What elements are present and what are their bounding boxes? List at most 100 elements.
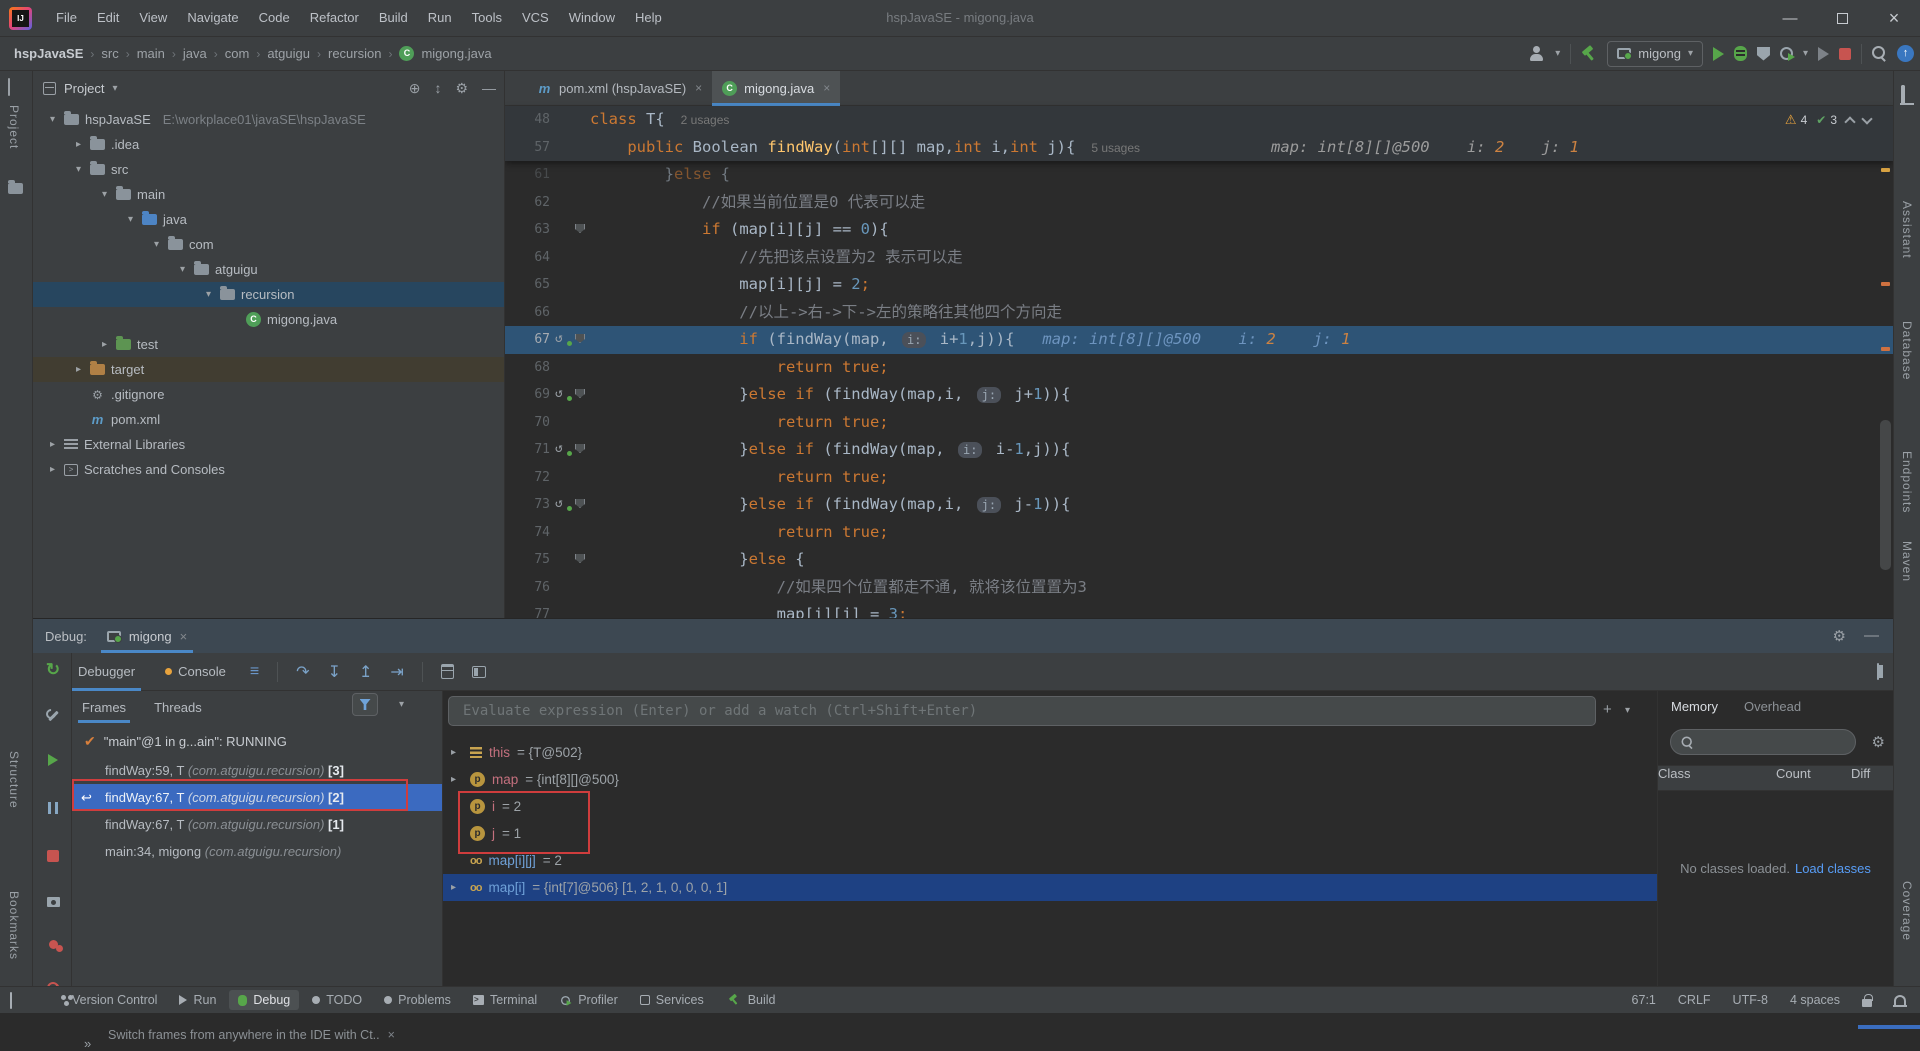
gear-icon[interactable]: ⚙ xyxy=(1872,733,1885,751)
step-into-icon[interactable]: ↧ xyxy=(328,662,341,682)
stripe-warning-mark[interactable] xyxy=(1881,347,1890,351)
tree-chevron-icon[interactable]: ▸ xyxy=(451,747,463,758)
inspections-widget[interactable]: ⚠4 ✔3 xyxy=(1785,110,1871,130)
step-over-icon[interactable]: ↷ xyxy=(296,662,309,682)
pause-button[interactable] xyxy=(44,799,62,817)
memory-column-diff[interactable]: Diff xyxy=(1851,766,1893,790)
fold-marker-icon[interactable] xyxy=(575,224,585,233)
line-number[interactable]: 73 xyxy=(505,491,550,519)
status-item-problems[interactable]: Problems xyxy=(375,990,460,1010)
run-to-cursor-icon[interactable]: ⇥ xyxy=(390,662,403,682)
code-line-67[interactable]: 67↺ if (findWay(map, i: i+1,j)){ map: in… xyxy=(505,326,1893,354)
tree-chevron-icon[interactable]: ▾ xyxy=(177,264,188,275)
recursive-call-icon[interactable]: ↺ xyxy=(555,386,571,402)
code-line-75[interactable]: 75 }else { xyxy=(505,546,1893,574)
tool-tab-endpoints[interactable]: Endpoints xyxy=(1900,451,1914,513)
memory-column-class[interactable]: Class xyxy=(1658,766,1776,790)
frame-row[interactable]: ↩findWay:67, T (com.atguigu.recursion) [… xyxy=(72,784,442,811)
status-item-run[interactable]: Run xyxy=(170,990,225,1010)
next-issue-icon[interactable] xyxy=(1861,113,1872,124)
tool-tab-coverage[interactable]: Coverage xyxy=(1900,881,1914,941)
hide-panel-icon[interactable]: — xyxy=(1864,627,1879,645)
breadcrumb-item[interactable]: com xyxy=(225,46,250,61)
breadcrumb-item[interactable]: src xyxy=(101,46,118,61)
menu-vcs[interactable]: VCS xyxy=(512,0,559,36)
status-item-build[interactable]: Build xyxy=(717,989,785,1011)
more-icon[interactable]: » xyxy=(84,1036,91,1051)
layout-list-icon[interactable]: ≡ xyxy=(250,663,259,681)
close-button[interactable]: × xyxy=(1868,0,1920,36)
minimize-button[interactable]: — xyxy=(1764,0,1816,36)
breadcrumb-item[interactable]: java xyxy=(183,46,207,61)
variable-row-i[interactable]: pi = 2 xyxy=(443,793,1657,820)
line-number[interactable]: 70 xyxy=(505,409,550,437)
tree-item-pom-xml[interactable]: mpom.xml xyxy=(33,407,504,432)
variable-row-this[interactable]: ▸this = {T@502} xyxy=(443,739,1657,766)
thread-selector[interactable]: ✔ "main"@1 in g...ain": RUNNING xyxy=(72,727,442,755)
code-line-71[interactable]: 71↺ }else if (findWay(map, i: i-1,j)){ xyxy=(505,436,1893,464)
menu-window[interactable]: Window xyxy=(559,0,625,36)
code-line-64[interactable]: 64 //先把该点设置为2 表示可以走 xyxy=(505,244,1893,272)
menu-build[interactable]: Build xyxy=(369,0,418,36)
chevron-down-icon[interactable]: ▾ xyxy=(1555,48,1560,59)
tree-item--gitignore[interactable]: ⚙.gitignore xyxy=(33,382,504,407)
tree-chevron-icon[interactable]: ▾ xyxy=(47,114,58,125)
notifications-bell-icon[interactable] xyxy=(1894,995,1906,1005)
line-number[interactable]: 69 xyxy=(505,381,550,409)
add-watch-icon[interactable]: + xyxy=(1603,701,1612,718)
fold-marker-icon[interactable] xyxy=(575,444,585,453)
code-line-66[interactable]: 66 //以上->右->下->左的策略往其他四个方向走 xyxy=(505,299,1893,327)
tree-item-com[interactable]: ▾com xyxy=(33,232,504,257)
tree-chevron-icon[interactable]: ▾ xyxy=(203,289,214,300)
chevron-down-icon[interactable]: ▾ xyxy=(1803,48,1808,59)
menu-help[interactable]: Help xyxy=(625,0,672,36)
tree-item-external-libraries[interactable]: ▸External Libraries xyxy=(33,432,504,457)
line-number[interactable]: 62 xyxy=(505,189,550,217)
menu-file[interactable]: File xyxy=(46,0,87,36)
tree-chevron-icon[interactable]: ▸ xyxy=(47,439,58,450)
recursive-call-icon[interactable]: ↺ xyxy=(555,441,571,457)
close-icon[interactable]: × xyxy=(388,1028,395,1042)
code-line-76[interactable]: 76 //如果四个位置都走不通, 就将该位置置为3 xyxy=(505,574,1893,602)
lock-icon[interactable] xyxy=(1862,999,1872,1007)
menu-run[interactable]: Run xyxy=(418,0,462,36)
status-value[interactable]: 4 spaces xyxy=(1790,993,1840,1007)
memory-column-count[interactable]: Count xyxy=(1776,766,1851,790)
code-line-68[interactable]: 68 return true; xyxy=(505,354,1893,382)
fold-marker-icon[interactable] xyxy=(575,334,585,343)
menu-navigate[interactable]: Navigate xyxy=(177,0,248,36)
debug-button[interactable] xyxy=(1734,46,1747,61)
tree-item-hspjavase[interactable]: ▾hspJavaSE E:\workplace01\javaSE\hspJava… xyxy=(33,107,504,132)
code-line-62[interactable]: 62 //如果当前位置是0 代表可以走 xyxy=(505,189,1893,217)
chevron-down-icon[interactable]: ▾ xyxy=(1625,705,1630,716)
breadcrumb-item[interactable]: hspJavaSE xyxy=(14,46,83,61)
chevron-down-icon[interactable]: ▾ xyxy=(112,83,117,94)
line-number[interactable]: 71 xyxy=(505,436,550,464)
tool-tab-project[interactable]: Project xyxy=(7,105,21,149)
stop-button[interactable] xyxy=(44,847,62,865)
profiler-button[interactable] xyxy=(1780,47,1793,60)
tab-console[interactable]: Console xyxy=(159,653,232,691)
tool-tab-database[interactable]: Database xyxy=(1900,321,1914,380)
frame-row[interactable]: findWay:67, T (com.atguigu.recursion) [1… xyxy=(72,811,442,838)
build-hammer-icon[interactable] xyxy=(1581,46,1597,62)
step-out-icon[interactable]: ↥ xyxy=(359,662,372,682)
hide-panel-icon[interactable]: — xyxy=(482,80,496,96)
line-number[interactable]: 57 xyxy=(505,134,550,162)
tab-frames[interactable]: Frames xyxy=(82,691,126,725)
variable-row-map-i-j-[interactable]: oomap[i][j] = 2 xyxy=(443,847,1657,874)
fold-marker-icon[interactable] xyxy=(575,554,585,563)
line-number[interactable]: 77 xyxy=(505,601,550,618)
line-number[interactable]: 72 xyxy=(505,464,550,492)
collapse-all-icon[interactable]: ↕ xyxy=(434,80,441,96)
status-item-todo[interactable]: TODO xyxy=(303,990,371,1010)
fold-marker-icon[interactable] xyxy=(575,499,585,508)
search-everywhere-icon[interactable] xyxy=(1872,46,1887,61)
load-classes-link[interactable]: Load classes xyxy=(1795,861,1871,876)
code-line-73[interactable]: 73↺ }else if (findWay(map,i, j: j-1)){ xyxy=(505,491,1893,519)
menu-tools[interactable]: Tools xyxy=(462,0,512,36)
stripe-warning-mark[interactable] xyxy=(1881,282,1890,286)
line-number[interactable]: 48 xyxy=(505,106,550,134)
line-number[interactable]: 67 xyxy=(505,326,550,354)
menu-refactor[interactable]: Refactor xyxy=(300,0,369,36)
